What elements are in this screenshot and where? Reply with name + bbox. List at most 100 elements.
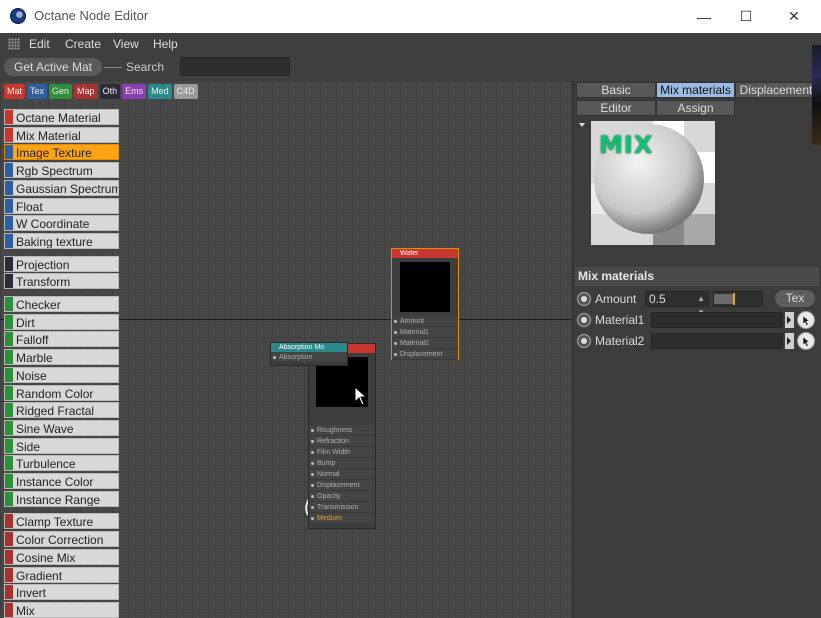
tab-basic[interactable]: Basic (576, 82, 656, 98)
node-type-button[interactable]: Dirt (4, 313, 119, 330)
material1-link-field[interactable] (651, 312, 783, 328)
node-type-button[interactable]: Transform (4, 273, 119, 290)
node-type-button[interactable]: Ridged Fractal (4, 402, 119, 419)
node-type-button[interactable]: Turbulence (4, 455, 119, 472)
pin-absorption[interactable]: Absorption (271, 352, 347, 363)
node-type-button[interactable]: Mix Material (4, 126, 119, 143)
search-label-text: Search (126, 60, 165, 74)
close-button[interactable]: ✕ (771, 0, 817, 33)
pin-film-width[interactable]: Film Width (309, 447, 375, 458)
menu-create[interactable]: Create (65, 37, 101, 51)
node-type-label: Marble (16, 351, 53, 366)
tab-assign[interactable]: Assign (656, 100, 735, 116)
node-type-button[interactable]: Checker (4, 296, 119, 312)
node-type-button[interactable]: Float (4, 197, 119, 214)
node-type-button[interactable]: Gaussian Spectrum (4, 179, 119, 196)
tab-mix-materials[interactable]: Mix materials (656, 82, 735, 98)
absorption-medium-node[interactable]: Absorption Mo Absorption (270, 342, 348, 366)
category-tab-gen[interactable]: Gen (49, 84, 73, 99)
pin-material2[interactable]: Material2 (392, 338, 458, 349)
maximize-button[interactable]: ☐ (723, 0, 769, 33)
material2-animate-radio[interactable] (577, 334, 591, 348)
material1-animate-radio[interactable] (577, 313, 591, 327)
material2-link-field[interactable] (651, 333, 783, 349)
category-tab-med[interactable]: Med (148, 84, 172, 99)
menu-help[interactable]: Help (153, 37, 178, 51)
tab-displacement[interactable]: Displacement (735, 82, 817, 98)
node-type-button[interactable]: Random Color (4, 384, 119, 401)
node-type-button[interactable]: Sine Wave (4, 419, 119, 436)
node-type-label: Side (16, 439, 41, 454)
node-type-button[interactable]: Clamp Texture (4, 513, 119, 530)
node-header: Absorption Mo (271, 343, 347, 352)
get-active-mat-button[interactable]: Get Active Mat (4, 58, 102, 76)
pin-opacity[interactable]: Opacity (309, 491, 375, 502)
material1-label: Material1 (595, 313, 645, 327)
node-color-strip (5, 274, 13, 289)
category-tab-mat[interactable]: Mat (4, 84, 26, 99)
pin-bump[interactable]: Bump (309, 458, 375, 469)
node-type-button[interactable]: Marble (4, 349, 119, 366)
material1-arrow-icon[interactable] (785, 312, 794, 328)
menu-edit[interactable]: Edit (29, 37, 50, 51)
tab-editor[interactable]: Editor (576, 100, 656, 116)
node-type-button[interactable]: Baking texture (4, 232, 119, 249)
material2-pick-icon[interactable] (797, 332, 815, 350)
pin-medium[interactable]: Medium (309, 513, 375, 524)
category-tabs: Mat Tex Gen Map Oth Ems Med C4D (4, 84, 198, 99)
node-type-button[interactable]: Falloff (4, 331, 119, 348)
node-color-strip (5, 256, 13, 271)
pin-displacement[interactable]: Displacement (309, 480, 375, 491)
node-type-button[interactable]: Instance Range (4, 490, 119, 507)
node-type-button[interactable]: Instance Color (4, 473, 119, 489)
node-type-button[interactable]: Side (4, 437, 119, 454)
menu-view[interactable]: View (113, 37, 139, 51)
pin-transmission[interactable]: Transmission (309, 502, 375, 513)
category-tab-tex[interactable]: Tex (27, 84, 48, 99)
amount-slider-knob[interactable] (733, 293, 736, 305)
mix-material-node[interactable]: Water Amount Material1 Material2 Displac… (391, 248, 459, 360)
node-type-label: W Coordinate (16, 217, 90, 232)
node-preview (400, 262, 450, 312)
search-input[interactable] (180, 57, 290, 76)
node-color-strip (5, 145, 13, 160)
node-type-label: Rgb Spectrum (16, 164, 93, 179)
node-type-button[interactable]: W Coordinate (4, 215, 119, 232)
node-type-label: Gradient (16, 568, 63, 583)
node-color-strip (5, 514, 13, 529)
node-type-label: Mix Material (16, 128, 81, 143)
category-tab-oth[interactable]: Oth (99, 84, 121, 99)
pin-amount[interactable]: Amount (392, 316, 458, 327)
material1-pick-icon[interactable] (797, 311, 815, 329)
amount-slider[interactable] (713, 291, 763, 307)
node-type-button[interactable]: Octane Material (4, 109, 119, 125)
amount-input[interactable]: 0.5▲▼ (645, 291, 709, 317)
node-type-button[interactable]: Image Texture (4, 144, 119, 161)
node-type-button[interactable]: Rgb Spectrum (4, 162, 119, 179)
category-tab-ems[interactable]: Ems (122, 84, 147, 99)
category-tab-map[interactable]: Map (74, 84, 98, 99)
preview-collapse-arrow-icon[interactable] (579, 123, 585, 127)
pin-material1[interactable]: Material1 (392, 327, 458, 338)
pin-roughness[interactable]: Roughness (309, 425, 375, 436)
specular-material-node[interactable]: Roughness Refraction Film Width Bump Nor… (308, 343, 376, 529)
node-type-button[interactable]: Cosine Mix (4, 548, 119, 565)
node-type-button[interactable]: Projection (4, 255, 119, 272)
node-type-button[interactable]: Gradient (4, 566, 119, 583)
pin-normal[interactable]: Normal (309, 469, 375, 480)
material2-arrow-icon[interactable] (785, 333, 794, 349)
node-color-strip (5, 456, 13, 471)
grip-icon[interactable] (8, 38, 20, 50)
category-tab-c4d[interactable]: C4D (173, 84, 198, 99)
node-type-button[interactable]: Mix (4, 601, 119, 618)
node-type-button[interactable]: Invert (4, 584, 119, 601)
tex-button[interactable]: Tex (775, 290, 815, 307)
amount-animate-radio[interactable] (577, 292, 591, 306)
minimize-button[interactable]: — (681, 0, 727, 33)
pin-displacement[interactable]: Displacement (392, 349, 458, 360)
node-type-button[interactable]: Noise (4, 366, 119, 383)
node-type-button[interactable]: Color Correction (4, 531, 119, 548)
pin-refraction[interactable]: Refraction (309, 436, 375, 447)
node-graph-canvas[interactable]: Mat Tex Gen Map Oth Ems Med C4D Octane M… (0, 81, 572, 618)
node-color-strip (5, 420, 13, 435)
